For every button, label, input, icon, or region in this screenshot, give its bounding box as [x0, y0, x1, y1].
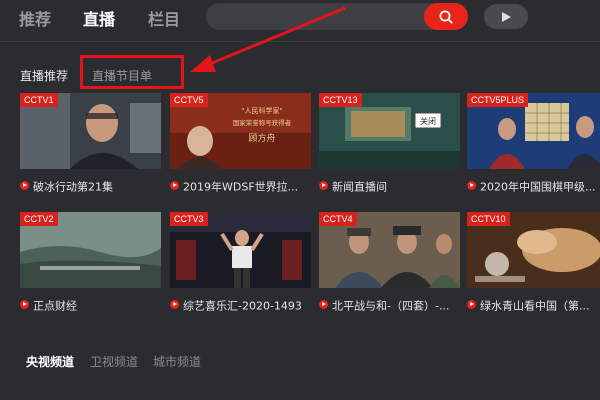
thumb-text-1: "人民科学家" [241, 106, 282, 115]
channel-badge: CCTV5PLUS [467, 93, 529, 107]
live-play-icon [319, 181, 328, 190]
card-title-text: 绿水青山看中国（第... [480, 299, 590, 312]
channel-badge: CCTV13 [319, 93, 362, 107]
top-nav: 推荐 直播 栏目 [0, 0, 600, 34]
card-title[interactable]: 破冰行动第21集 [20, 176, 170, 192]
card-title-text: 北平战与和-（四套）-... [332, 299, 450, 312]
subtab-live-recommend[interactable]: 直播推荐 [20, 67, 68, 84]
card-cctv2[interactable]: CCTV2 正点财经 [20, 212, 161, 314]
card-cctv3[interactable]: CCTV3 综艺喜乐汇-2020-1493 [170, 212, 311, 314]
play-icon [502, 11, 511, 22]
channel-badge: CCTV3 [170, 212, 208, 226]
search-icon [439, 10, 453, 24]
live-play-icon [467, 181, 476, 190]
thumbnail-cctv1: CCTV1 [20, 93, 161, 169]
card-title[interactable]: 正点财经 [20, 295, 170, 311]
search-button[interactable] [424, 3, 468, 30]
live-play-icon [170, 300, 179, 309]
channel-badge: CCTV1 [20, 93, 58, 107]
card-cctv10[interactable]: CCTV10 绿水青山看中国（第... [467, 212, 600, 314]
thumb-text-2: 国家荣誉称号获得者 [233, 118, 292, 127]
card-cctv4[interactable]: CCTV4 北平战与和-（四套）-... [319, 212, 460, 314]
channel-tabs [0, 340, 600, 400]
play-button[interactable] [484, 4, 528, 29]
live-play-icon [170, 181, 179, 190]
tab-columns[interactable]: 栏目 [148, 6, 180, 30]
tab-city-channels[interactable]: 城市频道 [153, 353, 201, 370]
card-title-text: 2020年中国围棋甲级... [480, 180, 596, 193]
channel-badge: CCTV4 [319, 212, 357, 226]
search-input[interactable] [206, 3, 468, 30]
thumbnail-cctv13: 关闭 CCTV13 [319, 93, 460, 169]
thumb-text-3: 顾方舟 [248, 132, 275, 144]
card-cctv5[interactable]: "人民科学家" 国家荣誉称号获得者 顾方舟 CCTV5 2019年WDSF世界拉… [170, 93, 311, 195]
card-title[interactable]: 绿水青山看中国（第... [467, 295, 600, 311]
card-title[interactable]: 2020年中国围棋甲级... [467, 176, 600, 192]
channel-badge: CCTV2 [20, 212, 58, 226]
card-cctv5plus[interactable]: CCTV5PLUS 2020年中国围棋甲级... [467, 93, 600, 195]
thumbnail-cctv10: CCTV10 [467, 212, 600, 288]
tab-satellite-channels[interactable]: 卫视频道 [90, 353, 138, 370]
card-title[interactable]: 北平战与和-（四套）-... [319, 295, 469, 311]
card-title[interactable]: 新闻直播间 [319, 176, 469, 192]
tab-live[interactable]: 直播 [83, 6, 115, 30]
thumbnail-cctv3: CCTV3 [170, 212, 311, 288]
tab-cctv-channels[interactable]: 央视频道 [26, 353, 74, 370]
channel-badge: CCTV5 [170, 93, 208, 107]
divider [0, 41, 600, 42]
annotation-highlight-box [80, 55, 184, 89]
live-play-icon [20, 181, 29, 190]
card-title-text: 综艺喜乐汇-2020-1493 [183, 299, 302, 312]
card-cctv1[interactable]: CCTV1 破冰行动第21集 [20, 93, 161, 195]
thumbnail-cctv2: CCTV2 [20, 212, 161, 288]
card-cctv13[interactable]: 关闭 CCTV13 新闻直播间 [319, 93, 460, 195]
thumbnail-cctv5plus: CCTV5PLUS [467, 93, 600, 169]
live-play-icon [319, 300, 328, 309]
card-title[interactable]: 2019年WDSF世界拉... [170, 176, 320, 192]
card-title-text: 2019年WDSF世界拉... [183, 180, 299, 193]
tab-recommend[interactable]: 推荐 [19, 6, 51, 30]
card-title-text: 正点财经 [33, 299, 77, 312]
thumbnail-cctv5: "人民科学家" 国家荣誉称号获得者 顾方舟 CCTV5 [170, 93, 311, 169]
card-title[interactable]: 综艺喜乐汇-2020-1493 [170, 295, 320, 311]
channel-badge: CCTV10 [467, 212, 510, 226]
live-play-icon [467, 300, 476, 309]
close-label: 关闭 [420, 116, 436, 126]
live-play-icon [20, 300, 29, 309]
thumbnail-cctv4: CCTV4 [319, 212, 460, 288]
card-title-text: 破冰行动第21集 [33, 180, 113, 193]
card-title-text: 新闻直播间 [332, 180, 387, 193]
